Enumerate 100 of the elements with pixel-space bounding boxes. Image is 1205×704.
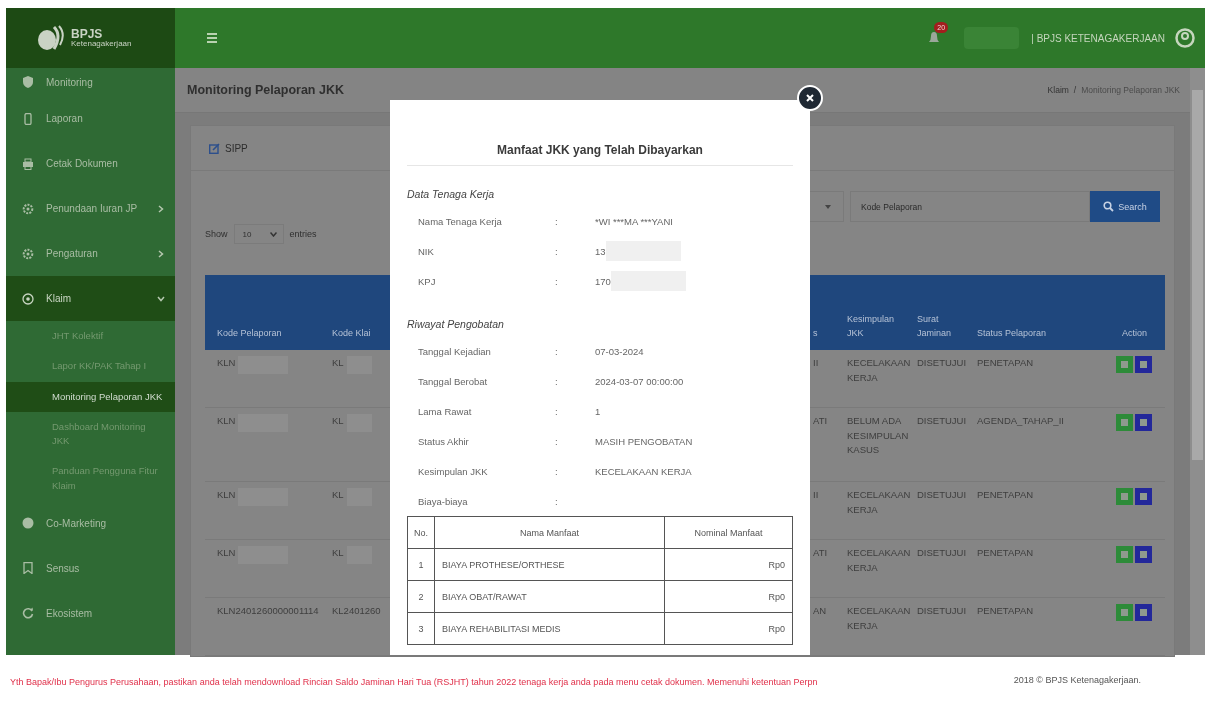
search-button[interactable]: Search (1090, 191, 1160, 222)
table-cell-text: DISETUJUI (917, 414, 967, 428)
field-label: KPJ (418, 275, 437, 287)
menu-item-icon (22, 517, 34, 530)
scrollbar-thumb[interactable] (1192, 90, 1203, 460)
menu-item-icon (22, 607, 34, 620)
table-cell-text: 3 (417, 622, 425, 636)
field-label: Tanggal Kejadian (418, 345, 492, 357)
table-cell: Rp0 (664, 581, 792, 612)
action-button[interactable] (1135, 414, 1152, 431)
column-header: Nama Manfaat (434, 517, 664, 548)
column-header[interactable]: Surat Jaminan (905, 313, 965, 350)
field-colon: : (555, 405, 559, 417)
action-button[interactable] (1135, 604, 1152, 621)
table-cell: BIAYA REHABILITASI MEDIS (434, 613, 664, 644)
table-cell-text: BELUM ADA KESIMPULAN KASUS (847, 414, 909, 458)
submenu-item[interactable]: Panduan Pengguna Fitur Klaim (6, 456, 175, 501)
menu-item-icon (22, 112, 34, 125)
length-label: entries (289, 229, 317, 239)
field-colon: : (555, 375, 559, 387)
leaf-logo-icon (36, 25, 66, 51)
column-header[interactable]: Status Pelaporan (965, 326, 1110, 350)
table-cell-text: KL2401260 (332, 604, 381, 618)
field-value: *WI ***MA ***YANI (595, 215, 673, 227)
menu-item-icon (22, 247, 34, 260)
edit-icon (209, 142, 220, 154)
sidebar-item[interactable]: Ekosistem (6, 590, 175, 636)
caret-icon (825, 204, 831, 209)
field-label: Lama Rawat (418, 405, 473, 417)
organization-name: | BPJS KETENAGAKERJAAN (1031, 32, 1165, 44)
field-value: 13 (595, 245, 606, 257)
column-header[interactable]: Kode Pelaporan (205, 326, 320, 350)
column-header: Nominal Manfaat (664, 517, 792, 548)
menu-item-icon (22, 202, 34, 215)
field-colon: : (555, 345, 559, 357)
menu-icon[interactable] (207, 33, 217, 43)
chevron-icon (157, 294, 165, 303)
user-icon[interactable] (1175, 28, 1195, 48)
field-label: Kesimpulan JKK (418, 465, 489, 477)
table-cell-text: KECELAKAAN KERJA (847, 546, 911, 575)
table-cell-text: KLN (217, 488, 236, 502)
table-cell-text: PENETAPAN (977, 604, 1034, 618)
logo-name: BPJS (71, 27, 104, 41)
action-button[interactable] (1135, 488, 1152, 505)
length-label: Show (205, 229, 228, 239)
field-value: KECELAKAAN KERJA (595, 465, 692, 477)
sidebar-item[interactable]: Pengaturan (6, 231, 175, 276)
field-colon: : (555, 495, 559, 507)
field-colon: : (555, 245, 559, 257)
submenu-item[interactable]: JHT Kolektif (6, 321, 175, 352)
sidebar-item[interactable]: Monitoring (6, 68, 175, 96)
caret-icon (269, 231, 277, 237)
sidebar-item[interactable]: Cetak Dokumen (6, 141, 175, 186)
table-cell: Rp0 (664, 549, 792, 580)
submenu-item[interactable]: Dashboard Monitoring JKK (6, 411, 175, 457)
search-icon (1103, 201, 1115, 212)
menu-item-icon (22, 76, 34, 88)
table-cell-text: KL (332, 546, 344, 560)
entries-select[interactable]: 10 (233, 224, 284, 244)
field-colon: : (555, 435, 559, 447)
menu-item-icon (22, 292, 34, 305)
sidebar-item[interactable]: Co-Marketing (6, 500, 175, 546)
chevron-icon (157, 249, 165, 258)
submenu-item[interactable]: Monitoring Pelaporan JKK (6, 381, 175, 412)
table-cell-text: KL (332, 488, 344, 502)
table-cell-text: PENETAPAN (977, 488, 1034, 502)
scrollbar[interactable] (1190, 68, 1205, 655)
table-cell-text: 1 (417, 558, 425, 572)
table-cell: Rp0 (664, 613, 792, 644)
logo-subtitle: Ketenagakerjaan (71, 40, 132, 49)
field-colon: : (555, 275, 559, 287)
menu-item-icon (22, 157, 34, 170)
table-cell-text: KL (332, 414, 344, 428)
section-heading: Data Tenaga Kerja (407, 188, 496, 200)
sidebar-item[interactable]: Sensus (6, 545, 175, 591)
page-title: Monitoring Pelaporan JKK (187, 83, 344, 97)
copyright-text: 2018 © BPJS Ketenagakerjaan. (1013, 674, 1141, 685)
breadcrumb-item[interactable]: Klaim (1047, 85, 1069, 95)
field-label: Tanggal Berobat (418, 375, 489, 387)
column-header[interactable]: Kode Klai (320, 326, 390, 350)
action-button[interactable] (1135, 546, 1152, 563)
column-header[interactable]: Action (1110, 326, 1165, 350)
table-cell-text: DISETUJUI (917, 604, 967, 618)
search-field[interactable]: Kode Pelaporan (850, 191, 1090, 222)
notice-text: Yth Bapak/Ibu Pengurus Perusahaan, pastikan anda telah mendownload Rincian Saldo Jaminan Hari Tua (RSJHT) tahun 2022 tenaga kerja anda pada menu cetak dokumen. Memenuhi ketentuan Perpn (10, 676, 818, 687)
table-cell: BIAYA PROTHESE/ORTHESE (434, 549, 664, 580)
table-cell-text: AN (813, 604, 827, 618)
breadcrumb-separator: / (1073, 85, 1077, 95)
table-cell-text: KLN2401260000001114 (217, 604, 319, 618)
sidebar-item[interactable]: Penundaan Iuran JP (6, 186, 175, 231)
field-value: 2024-03-07 00:00:00 (595, 375, 684, 387)
action-button[interactable] (1135, 356, 1152, 373)
column-header[interactable]: Kesimpulan JKK (835, 313, 905, 350)
table-cell-text: KECELAKAAN KERJA (847, 356, 911, 385)
table-cell-text: KL (332, 356, 344, 370)
column-header[interactable]: s (810, 326, 835, 350)
section-heading: Riwayat Pengobatan (407, 318, 505, 330)
sidebar-item[interactable]: Laporan (6, 96, 175, 141)
table-cell-text: DISETUJUI (917, 356, 967, 370)
sidebar-item[interactable]: Klaim (6, 276, 175, 321)
